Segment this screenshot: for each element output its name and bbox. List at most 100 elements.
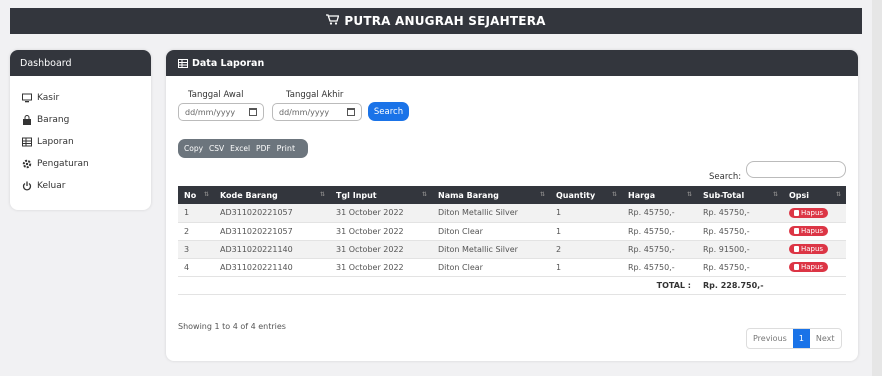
- column-header[interactable]: Nama Barang ⇅: [432, 186, 550, 204]
- report-panel: Data Laporan Tanggal Awal Tanggal Akhir …: [166, 50, 858, 361]
- table-header-row: No ⇅ Kode Barang ⇅ Tgl Input ⇅ Nama Barang ⇅…: [178, 186, 846, 204]
- print-button[interactable]: Print: [277, 144, 295, 153]
- delete-button[interactable]: Hapus: [789, 244, 829, 254]
- table-icon: [22, 137, 32, 147]
- sidebar-item-label: Keluar: [37, 181, 66, 191]
- table-row: 2 AD311020221057 31 October 2022 Diton C…: [178, 222, 846, 241]
- cell-opsi: Hapus: [783, 222, 846, 241]
- cell-nama: Diton Clear: [432, 222, 550, 241]
- cell-no: 3: [178, 240, 214, 259]
- total-spacer: [178, 276, 622, 295]
- column-header[interactable]: Quantity ⇅: [550, 186, 622, 204]
- sidebar-item-pengaturan[interactable]: Pengaturan: [22, 154, 151, 174]
- cell-harga: Rp. 45750,-: [622, 204, 697, 223]
- cell-harga: Rp. 45750,-: [622, 258, 697, 277]
- previous-page-button[interactable]: Previous: [747, 329, 793, 348]
- total-label: TOTAL :: [622, 276, 697, 295]
- table-row: 1 AD311020221057 31 October 2022 Diton M…: [178, 204, 846, 223]
- delete-button[interactable]: Hapus: [789, 226, 829, 236]
- table-row: 4 AD311020221140 31 October 2022 Diton C…: [178, 258, 846, 277]
- bag-icon: [22, 115, 32, 125]
- cart-icon: [326, 14, 340, 28]
- pagination: Previous 1 Next: [746, 328, 842, 349]
- cell-qty: 1: [550, 204, 622, 223]
- delete-button[interactable]: Hapus: [789, 262, 829, 272]
- column-header[interactable]: Tgl Input ⇅: [330, 186, 432, 204]
- column-header[interactable]: No ⇅: [178, 186, 214, 204]
- next-page-button[interactable]: Next: [810, 329, 841, 348]
- total-value: Rp. 228.750,-: [697, 276, 783, 295]
- cell-no: 4: [178, 258, 214, 277]
- trash-icon: [794, 246, 799, 252]
- cell-subtotal: Rp. 91500,-: [697, 240, 783, 259]
- cell-no: 2: [178, 222, 214, 241]
- panel-header: Data Laporan: [166, 50, 858, 76]
- power-icon: [22, 181, 32, 191]
- sidebar-title[interactable]: Dashboard: [10, 50, 151, 76]
- search-input[interactable]: [746, 161, 846, 178]
- scrollbar[interactable]: [872, 0, 882, 376]
- cell-tgl: 31 October 2022: [330, 258, 432, 277]
- end-date-placeholder: dd/mm/yyyy: [279, 107, 330, 117]
- pdf-button[interactable]: PDF: [256, 144, 271, 153]
- sidebar-item-label: Barang: [37, 115, 70, 125]
- cell-kode: AD311020221057: [214, 204, 330, 223]
- cell-subtotal: Rp. 45750,-: [697, 204, 783, 223]
- start-date-input[interactable]: dd/mm/yyyy: [178, 103, 264, 121]
- cell-tgl: 31 October 2022: [330, 204, 432, 223]
- copy-button[interactable]: Copy: [184, 144, 203, 153]
- excel-button[interactable]: Excel: [230, 144, 250, 153]
- start-date-label: Tanggal Awal: [188, 90, 244, 100]
- report-table: No ⇅ Kode Barang ⇅ Tgl Input ⇅ Nama Barang ⇅…: [178, 186, 846, 295]
- csv-button[interactable]: CSV: [209, 144, 224, 153]
- cell-opsi: Hapus: [783, 240, 846, 259]
- cell-nama: Diton Metallic Silver: [432, 204, 550, 223]
- entries-info: Showing 1 to 4 of 4 entries: [178, 322, 286, 331]
- page-1-button[interactable]: 1: [792, 329, 810, 348]
- end-date-label: Tanggal Akhir: [286, 90, 344, 100]
- sidebar-item-kasir[interactable]: Kasir: [22, 88, 151, 108]
- sidebar: Dashboard Kasir Barang Laporan Pengatura…: [10, 50, 151, 210]
- calendar-icon[interactable]: [249, 108, 257, 116]
- cell-kode: AD311020221140: [214, 240, 330, 259]
- table-icon: [178, 58, 188, 68]
- column-header[interactable]: Sub-Total ⇅: [697, 186, 783, 204]
- search-label: Search:: [709, 172, 742, 182]
- cell-harga: Rp. 45750,-: [622, 222, 697, 241]
- sidebar-item-label: Kasir: [37, 93, 60, 103]
- monitor-icon: [22, 93, 32, 103]
- total-empty: [783, 276, 846, 295]
- sidebar-item-label: Pengaturan: [37, 159, 89, 169]
- sidebar-item-laporan[interactable]: Laporan: [22, 132, 151, 152]
- panel-title: Data Laporan: [192, 57, 265, 69]
- cell-qty: 2: [550, 240, 622, 259]
- sidebar-item-barang[interactable]: Barang: [22, 110, 151, 130]
- cell-opsi: Hapus: [783, 258, 846, 277]
- end-date-input[interactable]: dd/mm/yyyy: [272, 103, 362, 121]
- cell-nama: Diton Clear: [432, 258, 550, 277]
- calendar-icon[interactable]: [347, 108, 355, 116]
- column-header[interactable]: Kode Barang ⇅: [214, 186, 330, 204]
- delete-button[interactable]: Hapus: [789, 207, 829, 218]
- trash-icon: [794, 264, 799, 270]
- cell-subtotal: Rp. 45750,-: [697, 258, 783, 277]
- table-row: 3 AD311020221140 31 October 2022 Diton M…: [178, 240, 846, 259]
- cell-qty: 1: [550, 258, 622, 277]
- cell-subtotal: Rp. 45750,-: [697, 222, 783, 241]
- cell-tgl: 31 October 2022: [330, 222, 432, 241]
- export-button-group: Copy CSV Excel PDF Print: [178, 139, 308, 158]
- start-date-placeholder: dd/mm/yyyy: [185, 107, 236, 117]
- cell-kode: AD311020221057: [214, 222, 330, 241]
- column-header[interactable]: Harga ⇅: [622, 186, 697, 204]
- cell-qty: 1: [550, 222, 622, 241]
- search-button[interactable]: Search: [368, 102, 409, 121]
- top-bar: PUTRA ANUGRAH SEJAHTERA: [10, 8, 862, 34]
- total-row: TOTAL : Rp. 228.750,-: [178, 276, 846, 295]
- column-header[interactable]: Opsi ⇅: [783, 186, 846, 204]
- app-title: PUTRA ANUGRAH SEJAHTERA: [344, 14, 546, 28]
- cell-no: 1: [178, 204, 214, 223]
- sidebar-item-keluar[interactable]: Keluar: [22, 176, 151, 196]
- cell-opsi: Hapus: [783, 204, 846, 223]
- trash-icon: [794, 209, 799, 216]
- cell-nama: Diton Metallic Silver: [432, 240, 550, 259]
